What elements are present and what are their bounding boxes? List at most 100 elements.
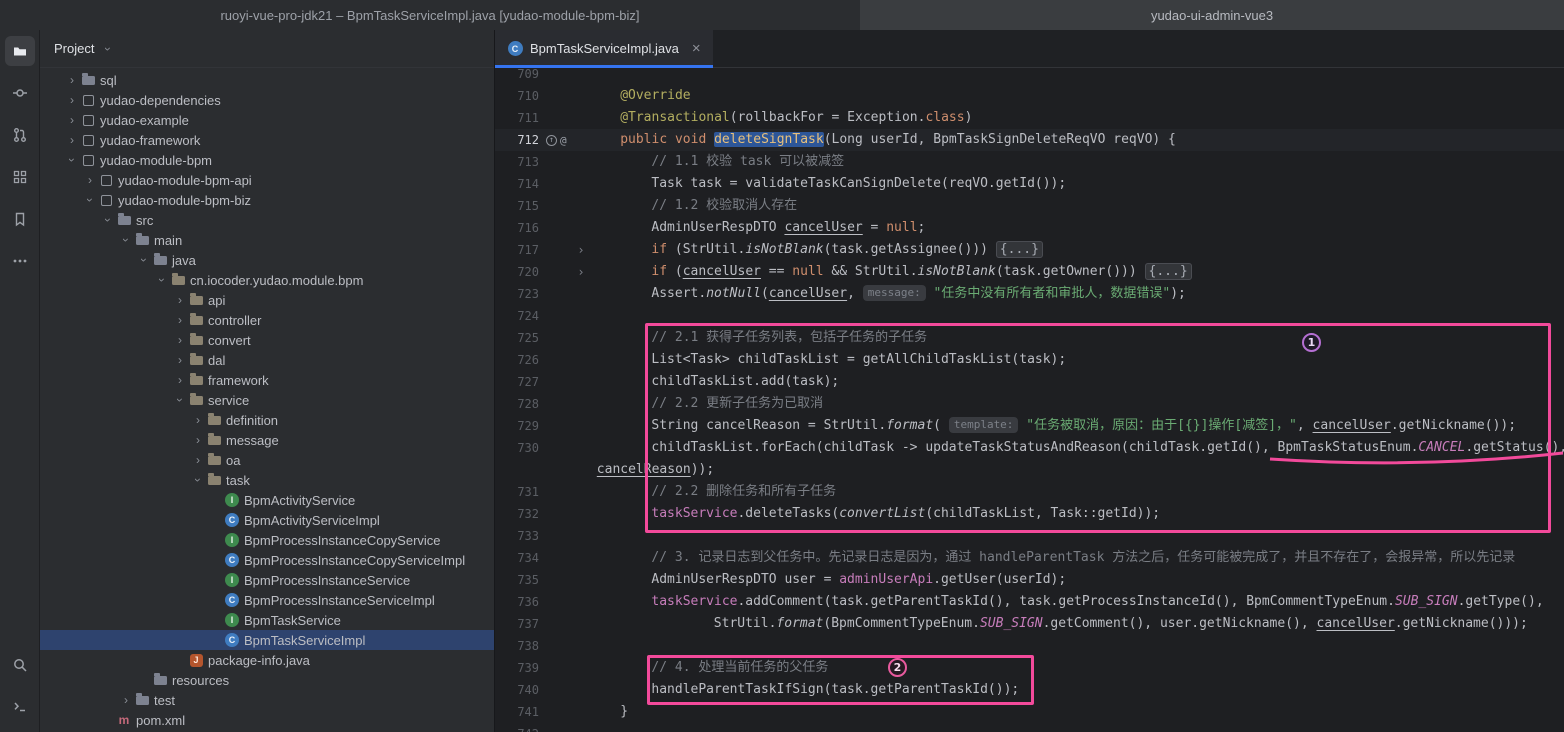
- code-line[interactable]: 726List<Task> childTaskList = getAllChil…: [495, 349, 1564, 371]
- tree-chevron-icon[interactable]: ›: [64, 94, 80, 106]
- line-number[interactable]: 742: [495, 723, 545, 732]
- tree-item[interactable]: ›definition: [40, 410, 494, 430]
- line-number[interactable]: 728: [495, 393, 545, 415]
- commit-tool-button[interactable]: [5, 78, 35, 108]
- code-line[interactable]: 731// 2.2 删除任务和所有子任务: [495, 481, 1564, 503]
- tree-item[interactable]: ›framework: [40, 370, 494, 390]
- tree-chevron-icon[interactable]: ›: [102, 212, 114, 228]
- line-number[interactable]: 730: [495, 437, 545, 459]
- line-number[interactable]: 714: [495, 173, 545, 195]
- tree-item[interactable]: IBpmTaskService: [40, 610, 494, 630]
- tree-item[interactable]: CBpmActivityServiceImpl: [40, 510, 494, 530]
- tree-item[interactable]: ›sql: [40, 70, 494, 90]
- tree-item[interactable]: ›convert: [40, 330, 494, 350]
- tree-item[interactable]: ›service: [40, 390, 494, 410]
- bookmarks-tool-button[interactable]: [5, 204, 35, 234]
- tree-item[interactable]: CBpmProcessInstanceCopyServiceImpl: [40, 550, 494, 570]
- line-number[interactable]: 741: [495, 701, 545, 723]
- code-line[interactable]: 727childTaskList.add(task);: [495, 371, 1564, 393]
- tree-chevron-icon[interactable]: ›: [120, 232, 132, 248]
- line-number[interactable]: 720: [495, 261, 545, 283]
- tree-item[interactable]: Jpackage-info.java: [40, 650, 494, 670]
- tree-chevron-icon[interactable]: ›: [190, 454, 206, 466]
- tree-chevron-icon[interactable]: ›: [82, 174, 98, 186]
- tree-item[interactable]: ›yudao-example: [40, 110, 494, 130]
- code-line[interactable]: 733: [495, 525, 1564, 547]
- line-number[interactable]: 733: [495, 525, 545, 547]
- tree-chevron-icon[interactable]: ›: [190, 414, 206, 426]
- line-number[interactable]: 738: [495, 635, 545, 657]
- code-line[interactable]: 735AdminUserRespDTO user = adminUserApi.…: [495, 569, 1564, 591]
- close-icon[interactable]: ×: [692, 40, 701, 57]
- tree-item[interactable]: ›controller: [40, 310, 494, 330]
- code-line[interactable]: 741}: [495, 701, 1564, 723]
- tree-item[interactable]: ›src: [40, 210, 494, 230]
- code-line[interactable]: 720›if (cancelUser == null && StrUtil.is…: [495, 261, 1564, 283]
- implementing-method-icon[interactable]: ↑: [546, 135, 557, 146]
- line-number[interactable]: 724: [495, 305, 545, 327]
- code-line[interactable]: 712↑@public void deleteSignTask(Long use…: [495, 129, 1564, 151]
- tree-chevron-icon[interactable]: ›: [192, 472, 204, 488]
- tree-chevron-icon[interactable]: ›: [156, 272, 168, 288]
- tree-item[interactable]: ›message: [40, 430, 494, 450]
- code-line[interactable]: 725// 2.1 获得子任务列表，包括子任务的子任务: [495, 327, 1564, 349]
- line-number[interactable]: 725: [495, 327, 545, 349]
- line-number[interactable]: 715: [495, 195, 545, 217]
- code-line[interactable]: 716AdminUserRespDTO cancelUser = null;: [495, 217, 1564, 239]
- tree-chevron-icon[interactable]: ›: [172, 334, 188, 346]
- tree-item[interactable]: ›api: [40, 290, 494, 310]
- code-line[interactable]: 710@Override: [495, 85, 1564, 107]
- code-line[interactable]: 730childTaskList.forEach(childTask -> up…: [495, 437, 1564, 459]
- line-number[interactable]: 709: [495, 68, 545, 85]
- tree-item[interactable]: ›yudao-dependencies: [40, 90, 494, 110]
- code-line[interactable]: 713// 1.1 校验 task 可以被减签: [495, 151, 1564, 173]
- chevron-down-icon[interactable]: ›: [102, 41, 114, 57]
- line-number[interactable]: 729: [495, 415, 545, 437]
- code-line[interactable]: 714Task task = validateTaskCanSignDelete…: [495, 173, 1564, 195]
- tree-item[interactable]: ›task: [40, 470, 494, 490]
- line-number[interactable]: 712: [495, 129, 545, 151]
- structure-tool-button[interactable]: [5, 162, 35, 192]
- line-number[interactable]: 726: [495, 349, 545, 371]
- code-line[interactable]: 734// 3. 记录日志到父任务中。先记录日志是因为，通过 handlePar…: [495, 547, 1564, 569]
- tree-item[interactable]: IBpmActivityService: [40, 490, 494, 510]
- line-number[interactable]: 739: [495, 657, 545, 679]
- code-line[interactable]: 709: [495, 68, 1564, 85]
- tree-chevron-icon[interactable]: ›: [118, 694, 134, 706]
- tree-chevron-icon[interactable]: ›: [172, 294, 188, 306]
- line-number[interactable]: 717: [495, 239, 545, 261]
- line-number[interactable]: 732: [495, 503, 545, 525]
- line-number[interactable]: 734: [495, 547, 545, 569]
- code-line[interactable]: 729String cancelReason = StrUtil.format(…: [495, 415, 1564, 437]
- line-number[interactable]: 727: [495, 371, 545, 393]
- line-number[interactable]: 735: [495, 569, 545, 591]
- line-number[interactable]: 713: [495, 151, 545, 173]
- tree-item[interactable]: IBpmProcessInstanceCopyService: [40, 530, 494, 550]
- code-line[interactable]: 739// 4. 处理当前任务的父任务: [495, 657, 1564, 679]
- tree-chevron-icon[interactable]: ›: [64, 114, 80, 126]
- code-line[interactable]: 738: [495, 635, 1564, 657]
- project-tool-button[interactable]: [5, 36, 35, 66]
- tree-chevron-icon[interactable]: ›: [66, 152, 78, 168]
- tree-chevron-icon[interactable]: ›: [190, 434, 206, 446]
- line-number[interactable]: [495, 459, 545, 481]
- code-line[interactable]: 736taskService.addComment(task.getParent…: [495, 591, 1564, 613]
- fold-arrow-icon[interactable]: ›: [573, 261, 589, 283]
- tree-chevron-icon[interactable]: ›: [174, 392, 186, 408]
- tree-item[interactable]: ›dal: [40, 350, 494, 370]
- code-line[interactable]: 740handleParentTaskIfSign(task.getParent…: [495, 679, 1564, 701]
- more-tools-button[interactable]: [5, 246, 35, 276]
- tree-item[interactable]: ›cn.iocoder.yudao.module.bpm: [40, 270, 494, 290]
- tree-chevron-icon[interactable]: ›: [138, 252, 150, 268]
- terminal-tool-button[interactable]: [5, 692, 35, 722]
- folded-region[interactable]: {...}: [1145, 263, 1192, 280]
- line-number[interactable]: 736: [495, 591, 545, 613]
- tree-chevron-icon[interactable]: ›: [172, 374, 188, 386]
- tree-item[interactable]: ›main: [40, 230, 494, 250]
- tree-item[interactable]: ›oa: [40, 450, 494, 470]
- tree-item[interactable]: ›yudao-module-bpm-api: [40, 170, 494, 190]
- line-number[interactable]: 723: [495, 283, 545, 305]
- tree-item[interactable]: resources: [40, 670, 494, 690]
- code-line[interactable]: 742: [495, 723, 1564, 732]
- code-line[interactable]: 717›if (StrUtil.isNotBlank(task.getAssig…: [495, 239, 1564, 261]
